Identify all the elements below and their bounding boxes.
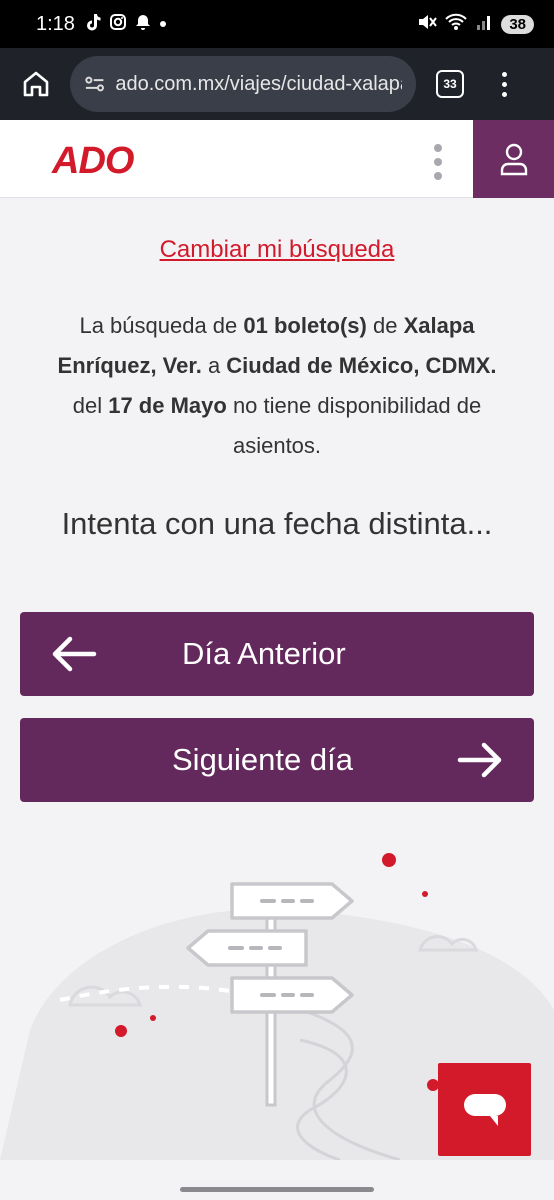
home-icon [23,71,49,97]
battery-indicator: 38 [501,14,534,34]
previous-day-label: Día Anterior [182,636,346,671]
arrow-left-icon [52,636,97,672]
chat-bubble-icon [463,1093,506,1126]
next-day-button[interactable]: Siguiente día [20,718,534,802]
user-icon [500,143,527,176]
tab-switcher-button[interactable]: 33 [436,70,464,98]
tiktok-icon [85,13,101,36]
wifi-icon [445,13,468,36]
home-button[interactable] [14,62,58,106]
signal-icon [475,13,493,36]
gesture-nav-bar [0,1168,554,1200]
site-menu-button[interactable] [434,144,442,180]
instagram-icon [109,13,127,36]
notification-bell-icon [135,13,151,36]
browser-menu-button[interactable] [494,71,514,97]
chat-button[interactable] [438,1063,531,1156]
next-day-label: Siguiente día [172,742,353,777]
suggestion-text: Intenta con una fecha distinta... [61,506,493,541]
previous-day-button[interactable]: Día Anterior [20,612,534,696]
user-account-button[interactable] [473,120,554,198]
change-search-link[interactable]: Cambiar mi búsqueda [160,236,395,263]
no-availability-message: La búsqueda de 01 boleto(s) de Xalapa En… [57,313,497,458]
svg-text:ADO: ADO [51,142,134,176]
url-text: ado.com.mx/viajes/ciudad-xalapa [115,72,402,95]
browser-toolbar: ado.com.mx/viajes/ciudad-xalapa 33 [0,48,554,120]
mute-icon [417,13,438,36]
ado-logo[interactable]: ADO [50,140,168,182]
site-header: ADO [0,120,554,198]
address-bar[interactable]: ado.com.mx/viajes/ciudad-xalapa [70,56,416,112]
site-settings-icon[interactable] [84,73,105,95]
dot-icon [159,15,167,33]
arrow-right-icon [457,742,502,778]
status-time: 1:18 [36,12,75,35]
home-gesture-pill[interactable] [180,1187,374,1192]
status-bar: 1:18 38 [0,0,554,48]
